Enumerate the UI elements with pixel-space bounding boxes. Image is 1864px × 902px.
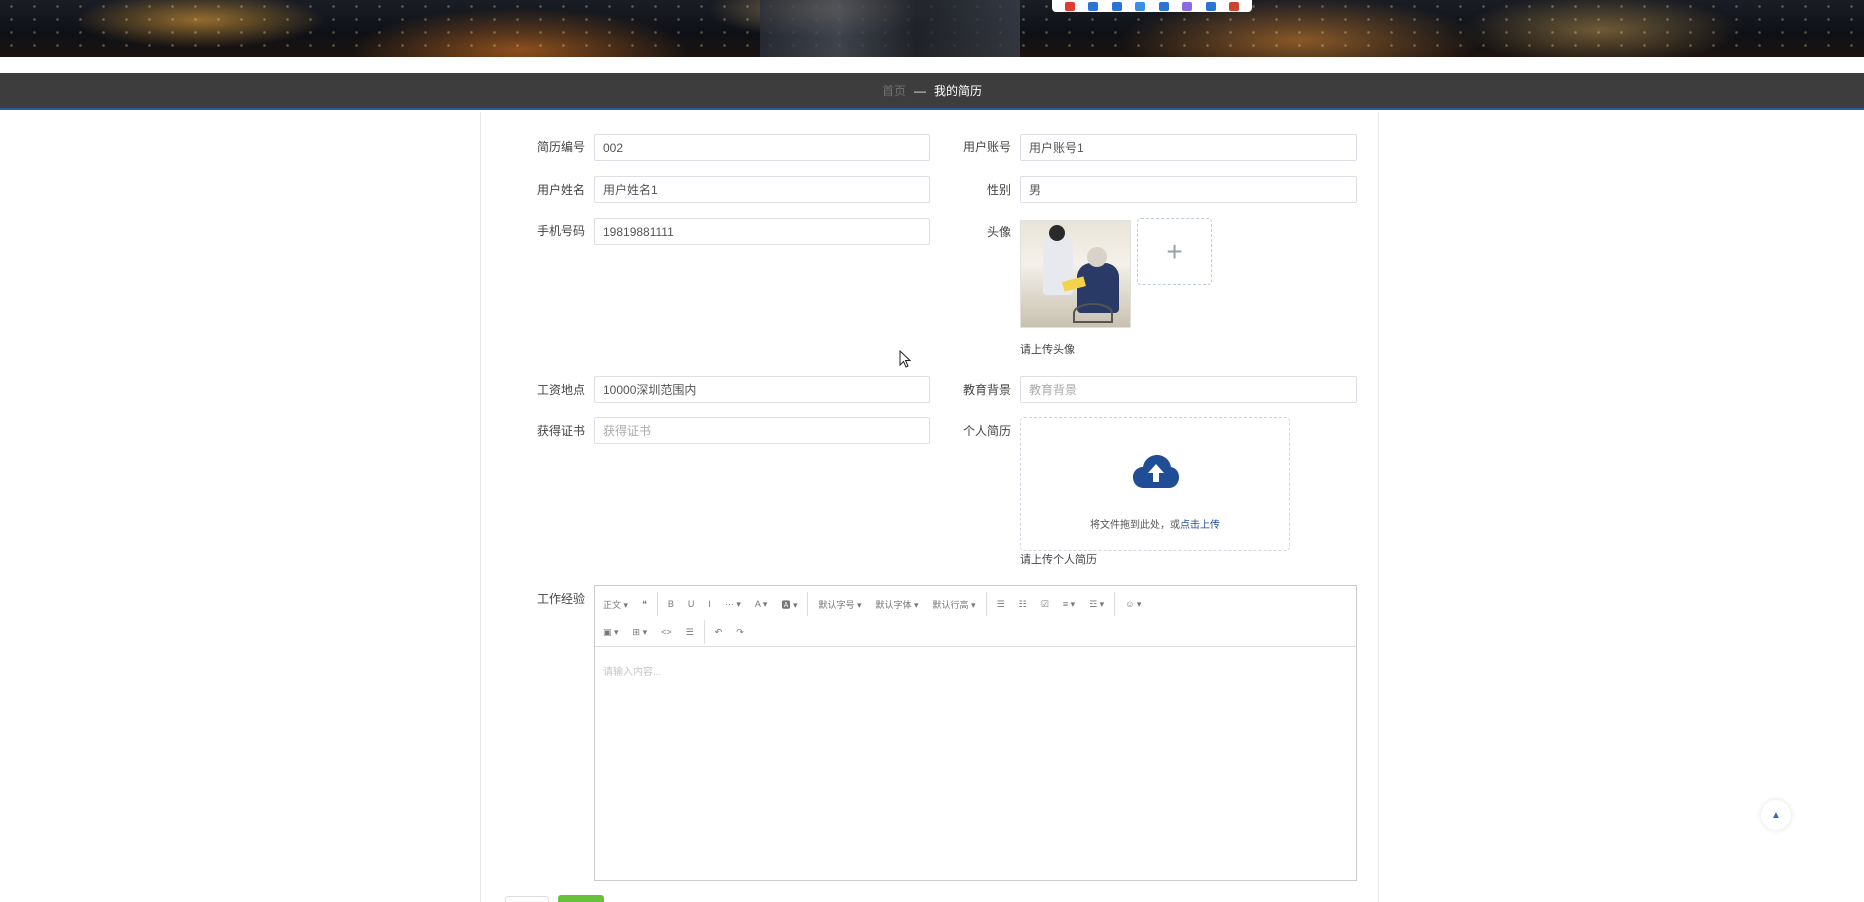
user-name-label: 用户姓名 bbox=[536, 183, 585, 197]
dropzone-instruction: 将文件拖到此处，或 bbox=[1090, 520, 1180, 531]
certificates-label: 获得证书 bbox=[536, 424, 585, 438]
breadcrumb-separator: — bbox=[914, 83, 926, 98]
avatar-label: 头像 bbox=[986, 225, 1011, 239]
toolbar-divider bbox=[807, 592, 809, 616]
avatar-add-button[interactable]: + bbox=[1137, 218, 1212, 285]
extension-icon[interactable] bbox=[1182, 1, 1193, 11]
extension-icon[interactable] bbox=[1158, 1, 1169, 11]
editor-toolbar-button[interactable]: ❝ bbox=[642, 599, 647, 610]
resume-no-input[interactable] bbox=[594, 134, 930, 161]
reset-button[interactable] bbox=[505, 896, 549, 902]
editor-toolbar-button[interactable]: 正文 ▾ bbox=[603, 598, 628, 611]
editor-toolbar-button[interactable]: ··· ▾ bbox=[725, 599, 741, 610]
salary-location-label: 工资地点 bbox=[536, 383, 585, 397]
user-account-label: 用户账号 bbox=[962, 140, 1011, 154]
photo-wheelchair bbox=[1073, 303, 1113, 323]
editor-toolbar-button[interactable]: ☰ bbox=[997, 599, 1005, 610]
editor-toolbar-button[interactable]: ↷ bbox=[736, 627, 744, 638]
resume-file-hint: 请上传个人简历 bbox=[1020, 554, 1097, 566]
dropzone-click-upload-link[interactable]: 点击上传 bbox=[1180, 520, 1220, 531]
extension-icon[interactable] bbox=[1229, 1, 1240, 11]
toolbar-divider bbox=[985, 592, 987, 616]
gender-label: 性别 bbox=[986, 183, 1011, 197]
scroll-to-top-button[interactable]: ▲ bbox=[1761, 800, 1791, 830]
editor-toolbar-button[interactable]: ↶ bbox=[715, 627, 723, 638]
editor-toolbar-button[interactable]: U bbox=[688, 599, 695, 609]
submit-button[interactable] bbox=[558, 895, 604, 902]
avatar-hint: 请上传头像 bbox=[1020, 344, 1075, 356]
photo-figure-nurse-head bbox=[1049, 225, 1065, 241]
breadcrumb: 首页 — 我的简历 bbox=[0, 73, 1864, 110]
extension-icon[interactable] bbox=[1064, 1, 1075, 11]
gender-select[interactable] bbox=[1020, 176, 1357, 203]
breadcrumb-home[interactable]: 首页 bbox=[882, 82, 906, 99]
education-label: 教育背景 bbox=[962, 383, 1011, 397]
resume-file-dropzone[interactable]: 将文件拖到此处，或点击上传 bbox=[1020, 417, 1290, 551]
extension-icon[interactable] bbox=[1111, 1, 1122, 11]
user-name-input[interactable] bbox=[594, 176, 930, 203]
editor-toolbar-button[interactable]: A ▾ bbox=[755, 599, 768, 610]
editor-content-area[interactable]: 请输入内容... bbox=[595, 647, 1356, 694]
work-experience-editor: 正文 ▾ ❝ B U I ··· ▾ A ▾ 🅰 ▾ 默认字号 ▾ 默认字体 ▾ 默认行高 ▾ ☰ ☷ ☑… bbox=[594, 585, 1357, 881]
editor-toolbar-button[interactable]: ☑ bbox=[1041, 599, 1049, 610]
editor-placeholder: 请输入内容... bbox=[603, 667, 662, 678]
photo-figure-elder-head bbox=[1087, 247, 1107, 267]
editor-toolbar-row: 正文 ▾ ❝ B U I ··· ▾ A ▾ 🅰 ▾ 默认字号 ▾ 默认字体 ▾ 默认行高 ▾ ☰ ☷ ☑… bbox=[603, 590, 1348, 618]
editor-toolbar-button[interactable]: ☺ ▾ bbox=[1125, 599, 1141, 610]
browser-extension-strip bbox=[1052, 0, 1252, 12]
user-account-input[interactable] bbox=[1020, 134, 1357, 161]
editor-toolbar-button[interactable]: ▣ ▾ bbox=[603, 627, 619, 638]
toolbar-divider bbox=[1114, 592, 1116, 616]
phone-label: 手机号码 bbox=[536, 224, 585, 238]
extension-icon[interactable] bbox=[1135, 1, 1146, 11]
phone-input[interactable] bbox=[594, 218, 930, 245]
editor-toolbar-button[interactable]: ☲ ▾ bbox=[1089, 599, 1104, 610]
editor-toolbar-button[interactable]: <> bbox=[661, 627, 672, 637]
editor-toolbar-row: ▣ ▾ ⊞ ▾ <> ☰ ↶ ↷ bbox=[603, 618, 1348, 646]
toolbar-divider bbox=[703, 620, 705, 644]
resume-file-label: 个人简历 bbox=[962, 424, 1011, 438]
editor-toolbar: 正文 ▾ ❝ B U I ··· ▾ A ▾ 🅰 ▾ 默认字号 ▾ 默认字体 ▾ 默认行高 ▾ ☰ ☷ ☑… bbox=[595, 586, 1356, 647]
salary-location-input[interactable] bbox=[594, 376, 930, 403]
editor-toolbar-button[interactable]: 默认行高 ▾ bbox=[933, 598, 976, 611]
plus-icon: + bbox=[1166, 235, 1183, 267]
cloud-upload-icon bbox=[1133, 455, 1179, 488]
editor-toolbar-button[interactable]: 默认字号 ▾ bbox=[818, 598, 861, 611]
editor-toolbar-button[interactable]: 🅰 ▾ bbox=[781, 598, 797, 611]
editor-toolbar-button[interactable]: ⊞ ▾ bbox=[633, 627, 648, 638]
editor-toolbar-button[interactable]: ☰ bbox=[686, 627, 694, 638]
editor-toolbar-button[interactable]: ☷ bbox=[1019, 599, 1027, 610]
extension-icon[interactable] bbox=[1088, 1, 1099, 11]
arrow-up-icon: ▲ bbox=[1771, 809, 1781, 821]
editor-toolbar-button[interactable]: B bbox=[668, 599, 674, 609]
avatar-thumbnail[interactable] bbox=[1020, 220, 1131, 328]
work-experience-label: 工作经验 bbox=[536, 592, 585, 606]
breadcrumb-current: 我的简历 bbox=[934, 84, 983, 98]
editor-toolbar-button[interactable]: 默认字体 ▾ bbox=[876, 598, 919, 611]
education-input[interactable] bbox=[1020, 376, 1357, 403]
dropzone-text: 将文件拖到此处，或点击上传 bbox=[1021, 516, 1289, 531]
mouse-cursor-icon bbox=[899, 350, 911, 368]
extension-icon[interactable] bbox=[1205, 1, 1216, 11]
editor-toolbar-button[interactable]: I bbox=[708, 599, 711, 609]
certificates-input[interactable] bbox=[594, 417, 930, 444]
header-banner bbox=[0, 0, 1864, 57]
toolbar-divider bbox=[656, 592, 658, 616]
resume-no-label: 简历编号 bbox=[536, 140, 585, 154]
editor-toolbar-button[interactable]: ≡ ▾ bbox=[1063, 599, 1075, 610]
skyline bbox=[760, 0, 1020, 57]
